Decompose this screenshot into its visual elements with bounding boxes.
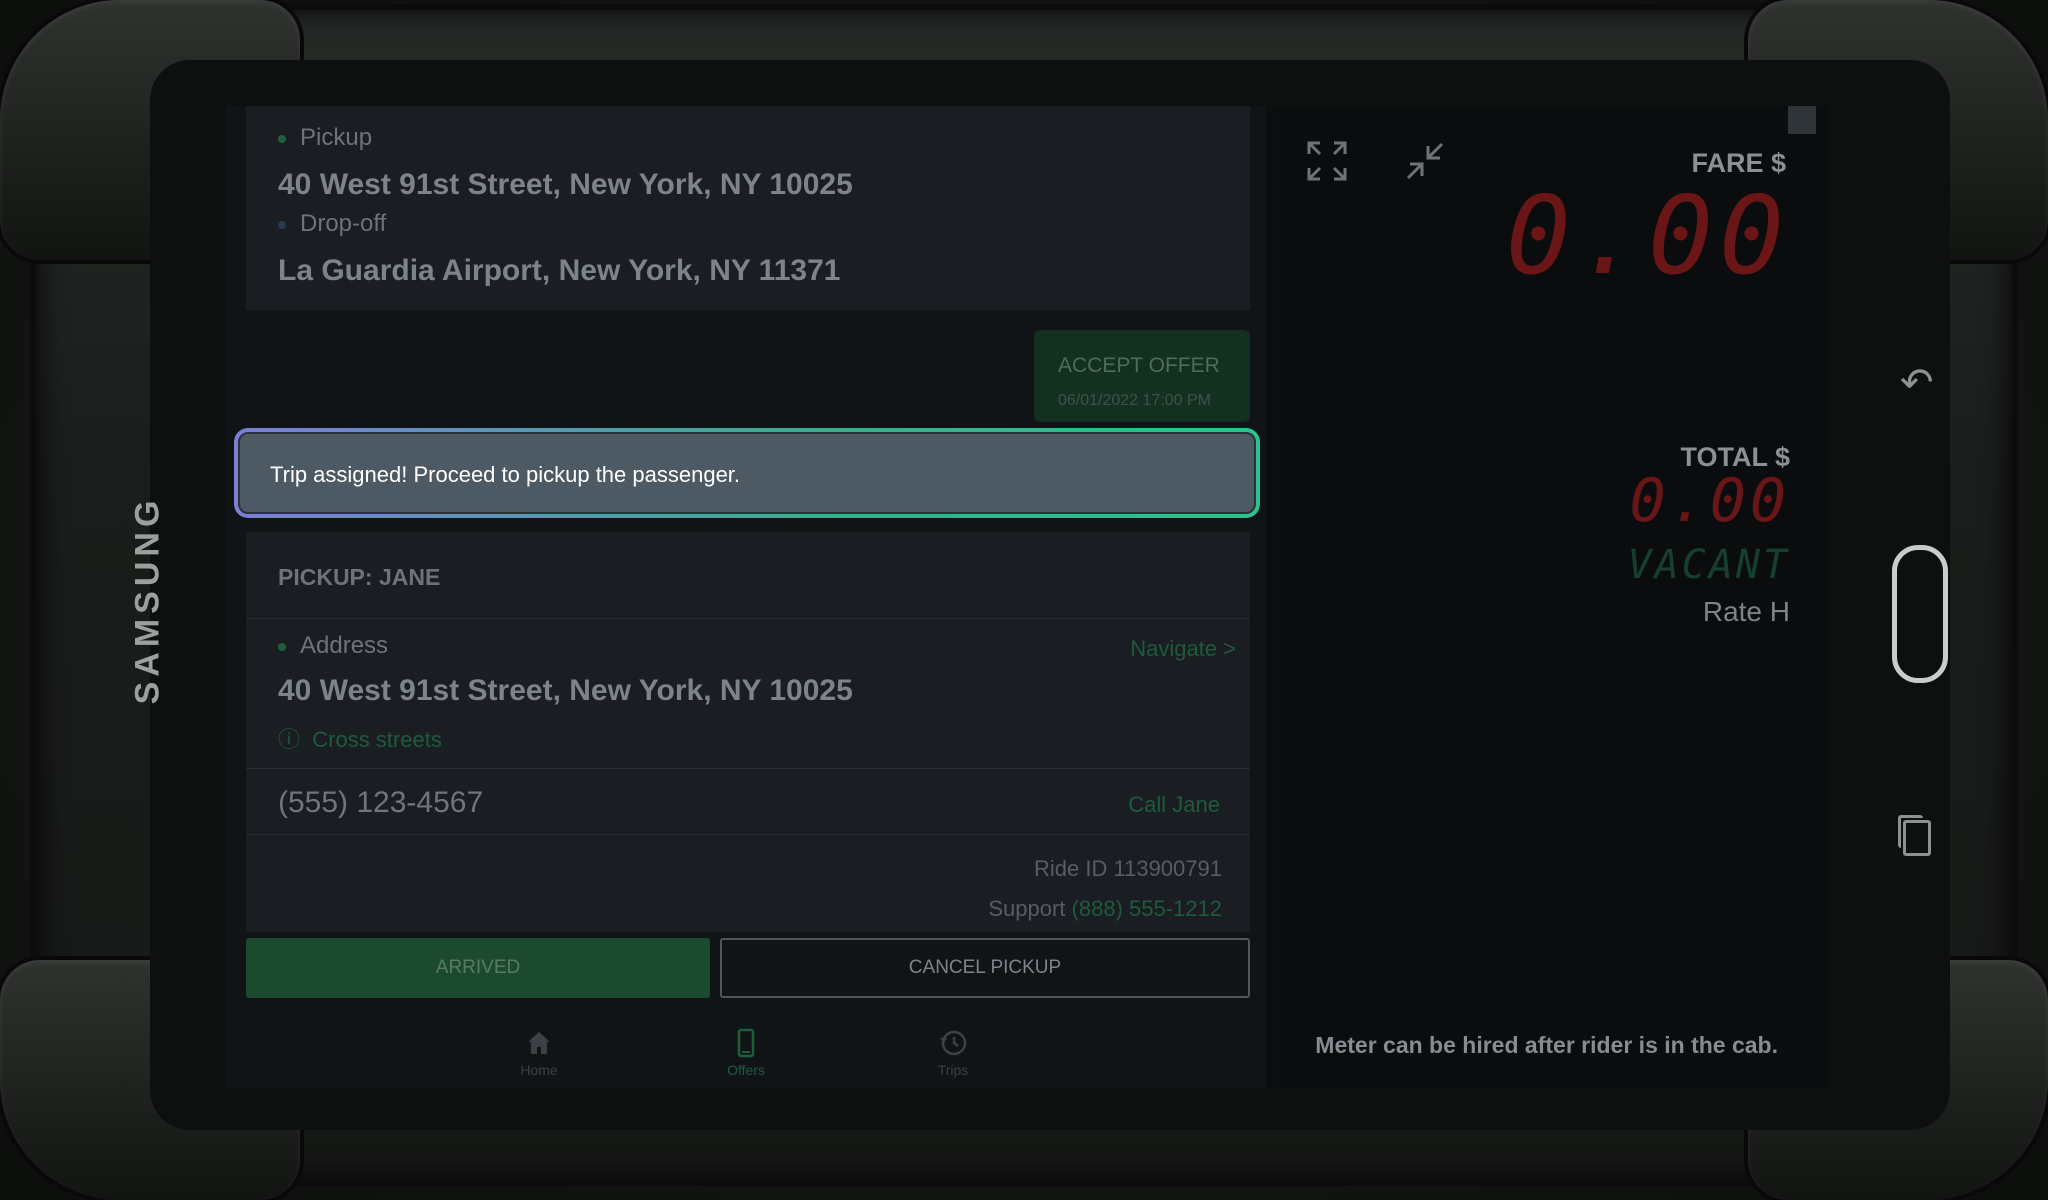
support-line: Support (888) 555-1212	[988, 896, 1222, 921]
ride-id: Ride ID 113900791	[1034, 856, 1222, 881]
info-icon: ⓘ	[278, 727, 301, 752]
route-card: Pickup 40 West 91st Street, New York, NY…	[246, 106, 1250, 310]
call-passenger-link[interactable]: Call Jane	[1128, 792, 1220, 818]
trip-assigned-toast: Trip assigned! Proceed to pickup the pas…	[234, 428, 1260, 518]
rate-label: Rate H	[1702, 596, 1790, 627]
support-phone-link[interactable]: (888) 555-1212	[1072, 896, 1222, 921]
shrink-icon[interactable]	[1404, 140, 1446, 182]
history-icon	[940, 1030, 967, 1056]
divider	[246, 834, 1250, 835]
passenger-phone: (555) 123-4567	[278, 786, 484, 819]
address-label: Address	[278, 632, 388, 660]
cancel-pickup-button[interactable]: CANCEL PICKUP	[720, 938, 1250, 998]
tab-home[interactable]: Home	[479, 1028, 599, 1078]
pickup-card: PICKUP: JANE Address Navigate > 40 West …	[246, 532, 1250, 932]
pickup-title: PICKUP: JANE	[278, 564, 441, 590]
recent-apps-icon[interactable]	[1898, 815, 1931, 856]
toast-body: Trip assigned! Proceed to pickup the pas…	[238, 432, 1256, 514]
corner-square	[1788, 106, 1816, 134]
address-dot	[278, 642, 286, 651]
tab-offers[interactable]: Offers	[686, 1028, 806, 1078]
bottom-tab-bar: Home Offers Trips	[226, 1018, 1266, 1088]
accept-offer-button[interactable]: ACCEPT OFFER 06/01/2022 17:00 PM	[1034, 330, 1250, 422]
offer-datetime: 06/01/2022 17:00 PM	[1058, 392, 1212, 409]
device-brand: SAMSUNG	[128, 495, 167, 705]
arrived-button[interactable]: ARRIVED	[246, 938, 710, 998]
home-icon	[528, 1032, 550, 1054]
dropoff-label: Drop-off	[278, 210, 386, 238]
app-screen: Pickup 40 West 91st Street, New York, NY…	[226, 106, 1828, 1088]
cross-streets-link[interactable]: ⓘ Cross streets	[278, 722, 442, 754]
pickup-label: Pickup	[278, 124, 372, 152]
dropoff-address: La Guardia Airport, New York, NY 11371	[278, 254, 841, 287]
meter-note: Meter can be hired after rider is in the…	[1315, 1032, 1778, 1058]
pickup-address: 40 West 91st Street, New York, NY 10025	[278, 168, 853, 201]
dropoff-dot	[278, 220, 286, 229]
pickup-card-address: 40 West 91st Street, New York, NY 10025	[278, 674, 853, 707]
meter-status: VACANT	[1627, 542, 1790, 588]
phone-icon	[737, 1028, 755, 1058]
toast-message: Trip assigned! Proceed to pickup the pas…	[270, 462, 741, 487]
expand-icon[interactable]	[1306, 140, 1348, 182]
left-panel: Pickup 40 West 91st Street, New York, NY…	[226, 106, 1266, 1088]
total-value: 0.00	[1629, 466, 1790, 536]
home-key[interactable]	[1892, 545, 1948, 683]
divider	[246, 768, 1250, 769]
meter-panel: FARE $ 0.00 TOTAL $ 0.00 VACANT Rate H M…	[1278, 106, 1828, 1088]
pickup-dot	[278, 134, 286, 143]
tab-trips[interactable]: Trips	[893, 1028, 1013, 1078]
fare-value: 0.00	[1505, 174, 1790, 299]
back-key-icon[interactable]: ↶	[1900, 360, 1934, 406]
accept-offer-label: ACCEPT OFFER	[1058, 354, 1220, 377]
divider	[246, 618, 1250, 619]
navigate-link[interactable]: Navigate >	[1130, 636, 1236, 662]
tablet-device: SAMSUNG ↶ Pickup 40 West 91st Street, Ne…	[0, 0, 2048, 1200]
